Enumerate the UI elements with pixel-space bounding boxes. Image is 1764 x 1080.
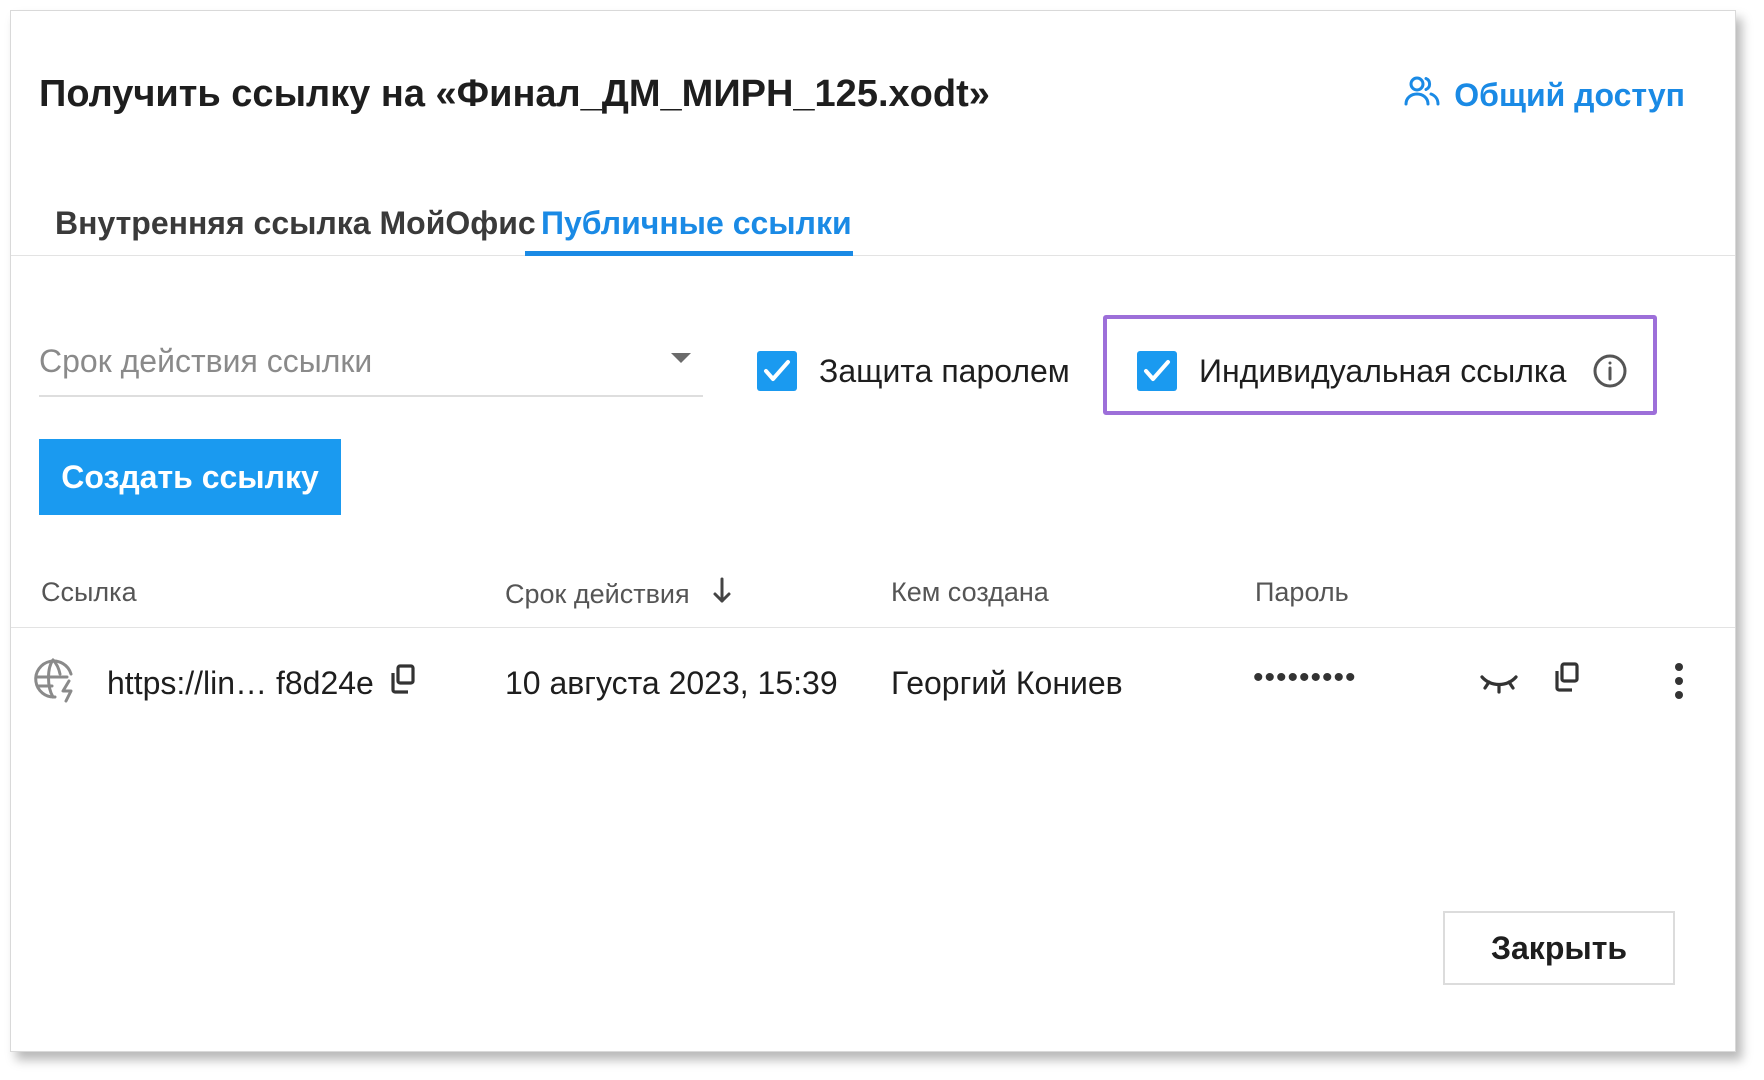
sort-arrow-down-icon	[712, 577, 732, 612]
column-header-created-by: Кем создана	[891, 577, 1049, 607]
column-header-expiry-label: Срок действия	[505, 579, 690, 609]
link-created-by: Георгий Кониев	[891, 665, 1123, 701]
users-icon	[1404, 75, 1440, 115]
password-protect-option[interactable]: Защита паролем	[757, 351, 1070, 391]
share-access-link[interactable]: Общий доступ	[1404, 75, 1685, 115]
table-header-divider	[11, 627, 1735, 628]
check-icon	[764, 360, 790, 381]
link-password-masked: •••••••••	[1253, 661, 1357, 694]
globe-lightning-icon	[33, 657, 81, 710]
individual-link-label: Индивидуальная ссылка	[1199, 352, 1567, 389]
create-link-button[interactable]: Создать ссылку	[39, 439, 341, 515]
expiry-select-placeholder: Срок действия ссылки	[39, 343, 373, 379]
column-header-link: Ссылка	[41, 577, 137, 607]
caret-down-icon	[671, 353, 691, 363]
dialog-title: Получить ссылку на «Финал_ДМ_МИРН_125.xo…	[39, 73, 990, 115]
link-url[interactable]: https://lin… f8d24e	[107, 665, 374, 702]
share-access-label: Общий доступ	[1454, 76, 1685, 113]
individual-link-checkbox[interactable]	[1137, 351, 1177, 391]
more-vertical-icon[interactable]	[1671, 661, 1687, 706]
close-button[interactable]: Закрыть	[1443, 911, 1675, 985]
password-protect-label: Защита паролем	[819, 352, 1070, 389]
expiry-select[interactable]: Срок действия ссылки	[39, 329, 703, 397]
link-expiry-date: 10 августа 2023, 15:39	[505, 665, 838, 701]
tab-bar: Внутренняя ссылка МойОфис Публичные ссыл…	[11, 191, 1735, 256]
individual-link-option[interactable]: Индивидуальная ссылка	[1137, 351, 1628, 391]
password-protect-checkbox[interactable]	[757, 351, 797, 391]
check-icon	[1144, 360, 1170, 381]
column-header-password: Пароль	[1255, 577, 1349, 607]
eye-closed-icon[interactable]	[1479, 671, 1519, 700]
get-link-dialog: Получить ссылку на «Финал_ДМ_МИРН_125.xo…	[10, 10, 1736, 1052]
tab-public-links[interactable]: Публичные ссылки	[541, 205, 852, 242]
info-icon[interactable]	[1592, 353, 1628, 389]
copy-icon[interactable]	[1551, 661, 1581, 698]
copy-icon[interactable]	[387, 663, 417, 700]
active-tab-indicator	[525, 251, 853, 256]
column-header-expiry[interactable]: Срок действия	[505, 577, 732, 612]
tab-internal-link[interactable]: Внутренняя ссылка МойОфис	[55, 205, 536, 242]
